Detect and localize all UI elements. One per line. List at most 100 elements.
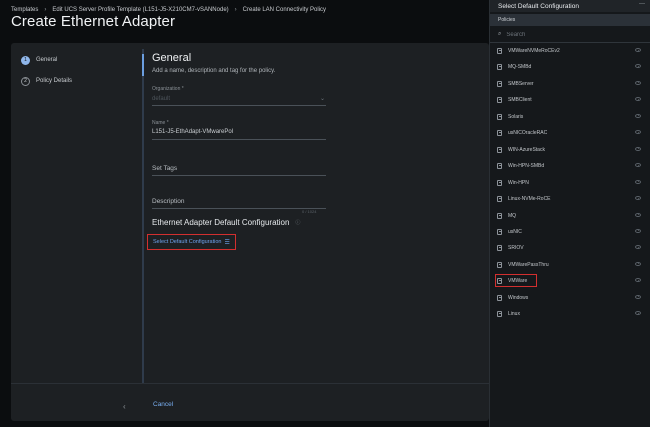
- eye-icon[interactable]: [635, 294, 641, 299]
- policy-item[interactable]: SRIOV: [494, 242, 649, 254]
- policy-document-icon: [497, 163, 502, 170]
- name-label: Name *: [152, 120, 169, 126]
- policy-document-icon: [497, 130, 502, 137]
- policy-item[interactable]: Win-HPN: [494, 177, 649, 189]
- policy-document-icon: [497, 80, 502, 87]
- section-heading: General: [152, 52, 192, 64]
- panel-header: Select Default Configuration —: [490, 0, 650, 12]
- active-step-indicator: [142, 54, 144, 76]
- eye-icon[interactable]: [635, 80, 641, 85]
- search-input[interactable]: [506, 31, 637, 38]
- policy-item[interactable]: usNICOracleRAC: [494, 127, 649, 139]
- description-textarea[interactable]: Description: [152, 198, 185, 205]
- policy-item[interactable]: VMWarePassThru: [494, 259, 649, 271]
- eye-icon[interactable]: [635, 228, 641, 233]
- organization-select[interactable]: default: [152, 96, 170, 102]
- description-counter: 0 / 1024: [302, 209, 317, 214]
- policy-item-label: Linux-NVMe-RoCE: [508, 196, 551, 203]
- policy-item[interactable]: VMWareNVMeRoCEv2: [494, 45, 649, 57]
- general-form: General Add a name, description and tag …: [147, 43, 482, 383]
- section-description: Add a name, description and tag for the …: [152, 68, 276, 74]
- policy-item-label: SRIOV: [508, 245, 524, 252]
- policy-document-icon: [497, 228, 502, 235]
- eye-icon[interactable]: [635, 130, 641, 135]
- policy-document-icon: [497, 48, 502, 54]
- info-icon[interactable]: ⓘ: [295, 219, 300, 226]
- eye-icon[interactable]: [635, 245, 641, 250]
- eye-icon[interactable]: [635, 64, 641, 69]
- tags-underline: [152, 175, 326, 176]
- eye-icon[interactable]: [635, 278, 641, 283]
- close-icon[interactable]: —: [639, 1, 645, 7]
- chevron-down-icon[interactable]: ⌄: [320, 95, 325, 102]
- policy-item-label: usNIC: [508, 228, 522, 235]
- name-input[interactable]: L151-J5-EthAdapt-VMwarePol: [152, 129, 233, 135]
- policy-document-icon: [497, 261, 502, 268]
- step-label: Policy Details: [36, 78, 73, 84]
- policy-document-icon: [497, 179, 502, 186]
- policy-item[interactable]: Linux: [494, 308, 649, 320]
- organization-label: Organization *: [152, 86, 184, 92]
- eye-icon[interactable]: [635, 48, 641, 52]
- name-underline: [152, 139, 326, 140]
- step-general[interactable]: 1 General: [21, 54, 57, 66]
- policy-item[interactable]: SMBServer: [494, 78, 649, 90]
- select-default-configuration-panel: Select Default Configuration — Policies …: [489, 0, 650, 427]
- stepper-divider: [142, 49, 144, 383]
- eye-icon[interactable]: [635, 113, 641, 118]
- policy-item[interactable]: Win-HPN-SMBd: [494, 160, 649, 172]
- eye-icon[interactable]: [635, 179, 641, 184]
- step-number: 1: [21, 55, 30, 65]
- policy-item-label: usNICOracleRAC: [508, 130, 548, 137]
- eye-icon[interactable]: [635, 196, 641, 201]
- select-default-configuration-button[interactable]: Select Default Configuration ☰: [147, 234, 236, 250]
- policy-document-icon: [497, 294, 502, 301]
- eye-icon[interactable]: [635, 97, 641, 102]
- eye-icon[interactable]: [635, 146, 641, 151]
- policy-item-label: Win-HPN-SMBd: [508, 163, 545, 170]
- policy-item-label: SMBClient: [508, 97, 532, 104]
- policy-item[interactable]: usNIC: [494, 226, 649, 238]
- policy-item-label: VMWarePassThru: [508, 261, 549, 268]
- policy-item-label: Win-HPN: [508, 179, 529, 186]
- cancel-button[interactable]: Cancel: [153, 401, 173, 408]
- policy-item[interactable]: SMBClient: [494, 94, 649, 106]
- policy-document-icon: [497, 212, 502, 219]
- policy-item[interactable]: VMWare: [494, 275, 649, 287]
- policy-item-label: Linux: [508, 311, 520, 318]
- adapter-config-title-text: Ethernet Adapter Default Configuration: [152, 218, 290, 227]
- wizard-stepper: 1 General 2 Policy Details: [11, 43, 142, 383]
- eye-icon[interactable]: [635, 261, 641, 266]
- step-number: 2: [21, 76, 30, 86]
- policy-item-label: WIN-AzureStack: [508, 146, 545, 153]
- policy-document-icon: [497, 146, 502, 153]
- policy-item-label: VMWare: [508, 278, 528, 285]
- policy-item[interactable]: Solaris: [494, 111, 649, 123]
- policy-document-icon: [497, 311, 502, 318]
- policy-item[interactable]: MQ-SMBd: [494, 61, 649, 73]
- step-label: General: [36, 57, 58, 63]
- policy-item-label: VMWareNVMeRoCEv2: [508, 48, 560, 54]
- policy-document-icon: [497, 64, 502, 71]
- eye-icon[interactable]: [635, 212, 641, 217]
- breadcrumb-create-lan-policy[interactable]: Create LAN Connectivity Policy: [243, 7, 326, 13]
- select-default-label: Select Default Configuration: [153, 239, 222, 245]
- search-icon: ⌕: [498, 31, 502, 37]
- wizard-card: 1 General 2 Policy Details General Add a…: [11, 43, 489, 421]
- policy-document-icon: [497, 278, 502, 285]
- page-title: Create Ethernet Adapter: [11, 13, 176, 30]
- eye-icon[interactable]: [635, 311, 641, 316]
- policy-document-icon: [497, 245, 502, 252]
- chevron-left-icon[interactable]: ‹: [123, 402, 126, 411]
- policy-item-label: MQ: [508, 212, 517, 219]
- policy-item[interactable]: Linux-NVMe-RoCE: [494, 193, 649, 205]
- tags-input[interactable]: Set Tags: [152, 165, 177, 172]
- policy-item[interactable]: Windows: [494, 292, 649, 304]
- policy-document-icon: [497, 113, 502, 120]
- eye-icon[interactable]: [635, 163, 641, 168]
- policy-item[interactable]: WIN-AzureStack: [494, 144, 649, 156]
- policy-item[interactable]: MQ: [494, 210, 649, 222]
- step-policy-details[interactable]: 2 Policy Details: [21, 75, 72, 87]
- policy-item-label: Windows: [508, 294, 529, 301]
- policy-document-icon: [497, 196, 502, 203]
